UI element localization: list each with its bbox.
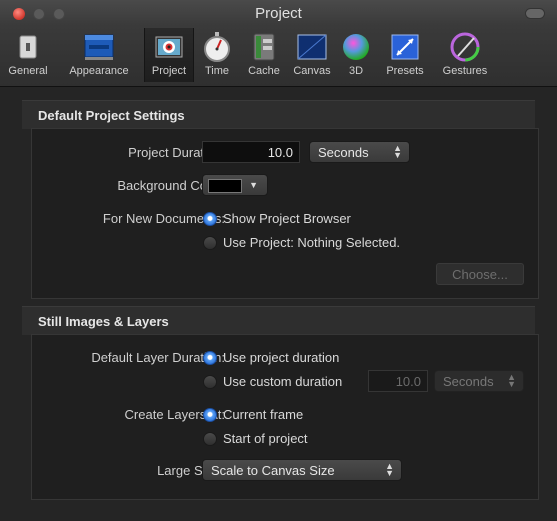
cache-icon bbox=[253, 33, 275, 61]
section-default-project: Project Duration: 10.0 Seconds ▲ ▼ Backgr… bbox=[31, 128, 539, 299]
up-down-arrows-icon: ▲ ▼ bbox=[385, 461, 394, 478]
radio-dot bbox=[203, 212, 217, 226]
tab-presets[interactable]: Presets bbox=[378, 28, 432, 82]
preferences-window: Project General Appearance Project Time … bbox=[0, 0, 557, 521]
sphere-3d-icon bbox=[343, 34, 369, 60]
title-bar: Project General Appearance Project Time … bbox=[0, 0, 557, 87]
section-header-still-images: Still Images & Layers bbox=[22, 306, 535, 335]
tab-gestures[interactable]: Gestures bbox=[434, 28, 496, 82]
project-duration-field[interactable]: 10.0 bbox=[202, 141, 300, 163]
radio-use-project-duration[interactable]: Use project duration bbox=[203, 350, 339, 366]
section-still-images: Default Layer Duration: Use project dura… bbox=[31, 334, 539, 500]
tab-time[interactable]: Time bbox=[196, 28, 238, 82]
stopwatch-icon bbox=[204, 32, 230, 62]
canvas-icon bbox=[297, 34, 327, 60]
tab-general[interactable]: General bbox=[2, 28, 54, 82]
custom-duration-field[interactable]: 10.0 bbox=[368, 370, 428, 392]
custom-duration-unit-popup[interactable]: Seconds ▲ ▼ bbox=[434, 370, 524, 392]
appearance-icon bbox=[84, 34, 114, 60]
radio-use-project[interactable]: Use Project: Nothing Selected. bbox=[203, 235, 400, 251]
up-down-arrows-icon: ▲ ▼ bbox=[393, 143, 402, 160]
project-icon bbox=[155, 36, 183, 58]
gestures-icon bbox=[450, 32, 480, 62]
radio-show-project-browser[interactable]: Show Project Browser bbox=[203, 211, 351, 227]
choose-button[interactable]: Choose... bbox=[436, 263, 524, 285]
up-down-arrows-icon: ▲ ▼ bbox=[507, 372, 516, 389]
radio-dot bbox=[203, 236, 217, 250]
section-title: Default Project Settings bbox=[38, 108, 185, 123]
tab-canvas[interactable]: Canvas bbox=[290, 28, 334, 82]
color-swatch bbox=[208, 179, 242, 193]
tab-cache[interactable]: Cache bbox=[242, 28, 286, 82]
chevron-down-icon: ▼ bbox=[249, 180, 258, 190]
tab-project[interactable]: Project bbox=[144, 28, 194, 82]
section-header-default-project: Default Project Settings bbox=[22, 100, 535, 129]
tab-3d[interactable]: 3D bbox=[336, 28, 376, 82]
tab-appearance[interactable]: Appearance bbox=[58, 28, 140, 82]
general-icon bbox=[19, 35, 37, 59]
duration-unit-popup[interactable]: Seconds ▲ ▼ bbox=[309, 141, 410, 163]
radio-start-of-project[interactable]: Start of project bbox=[203, 431, 308, 447]
radio-dot bbox=[203, 408, 217, 422]
radio-current-frame[interactable]: Current frame bbox=[203, 407, 303, 423]
toolbar-toggle-button[interactable] bbox=[525, 8, 545, 19]
radio-dot bbox=[203, 375, 217, 389]
presets-icon bbox=[391, 34, 419, 60]
radio-dot bbox=[203, 351, 217, 365]
large-stills-popup[interactable]: Scale to Canvas Size ▲ ▼ bbox=[202, 459, 402, 481]
radio-use-custom-duration[interactable]: Use custom duration bbox=[203, 374, 342, 390]
window-title: Project bbox=[255, 5, 302, 22]
radio-dot bbox=[203, 432, 217, 446]
background-color-well[interactable]: ▼ bbox=[202, 174, 268, 196]
section-title: Still Images & Layers bbox=[38, 314, 169, 329]
